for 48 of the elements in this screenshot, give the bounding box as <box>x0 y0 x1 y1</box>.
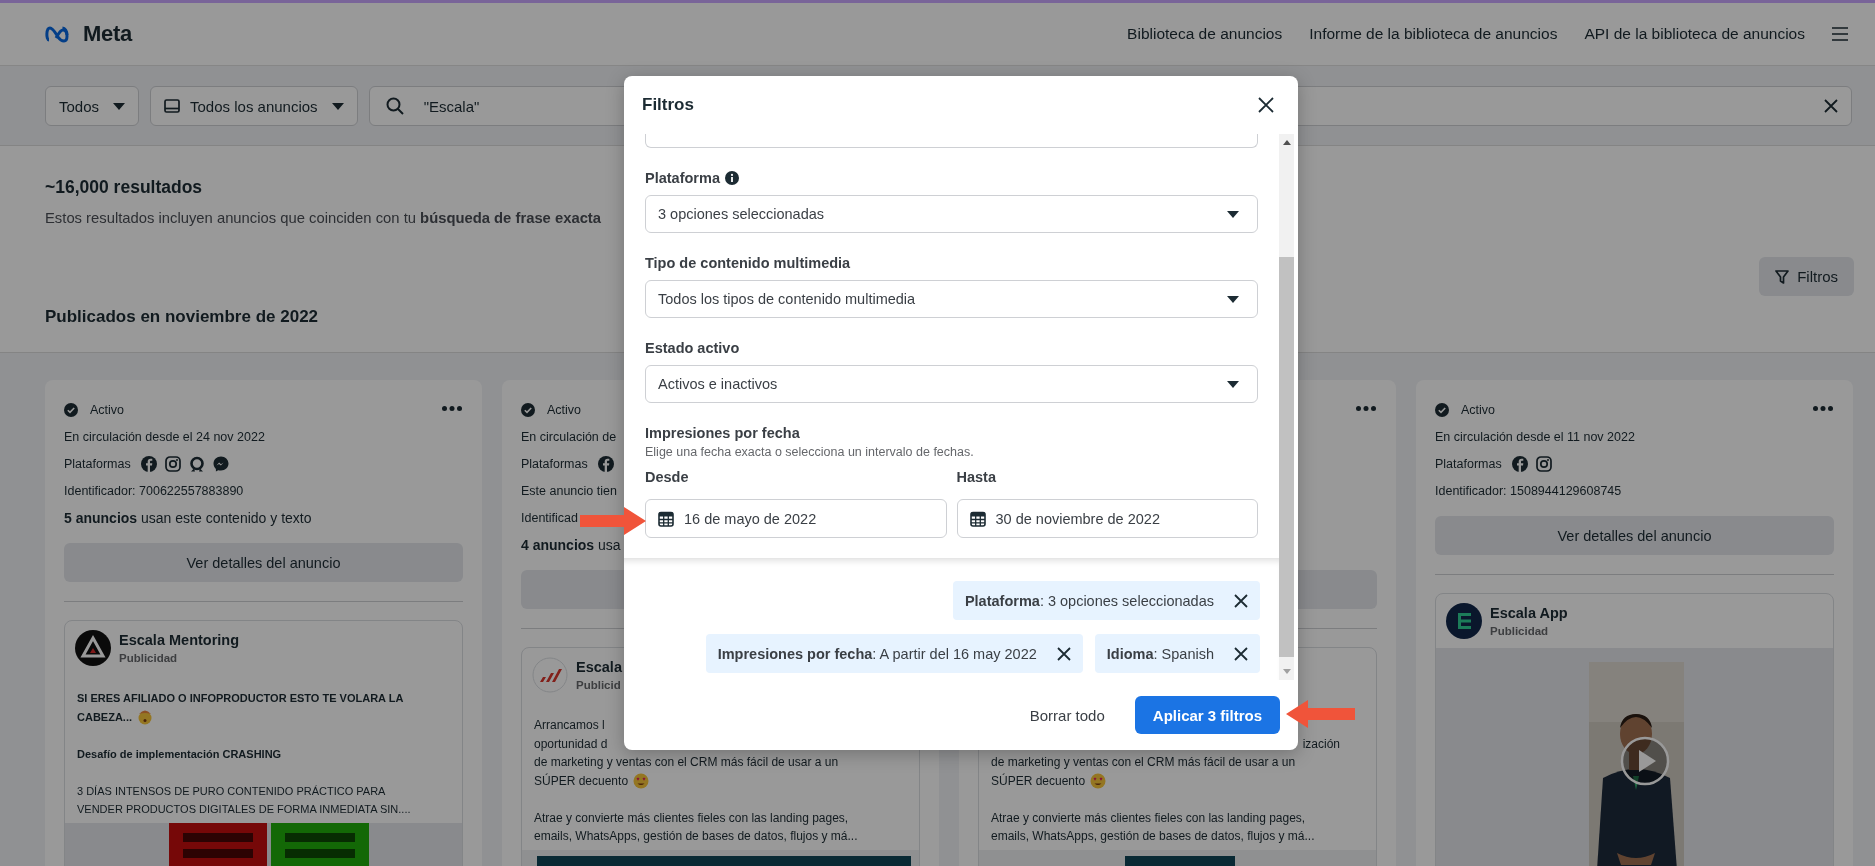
field-label: Hasta <box>956 468 997 487</box>
ad-text-line: Atrae y convierte más clientes fieles con las landing pages, <box>534 809 849 827</box>
ad-text-line: emails, WhatsApps, gestión de bases de datos, flujos y má... <box>991 828 1315 845</box>
status-label: Activo <box>90 402 125 417</box>
ad-text-line: VENDER PRODUCTOS DIGITALES DE FORMA INMEDIATA SIN.... <box>77 802 411 817</box>
ad-identifier: Identificador: 1508944129608745 <box>1435 483 1622 498</box>
status-label: Activo <box>547 402 582 417</box>
platforms-label: Plataformas <box>1435 456 1502 471</box>
results-count: ~16,000 resultados <box>45 176 203 198</box>
chip-label: Impresiones por fecha: A partir del 16 may 2022 <box>717 645 1037 662</box>
ad-text-line: emails, WhatsApps, gestión de bases de datos, flujos y má... <box>534 828 858 845</box>
chip-label: Plataforma: 3 opciones seleccionadas <box>964 592 1214 609</box>
results-note: Estos resultados incluyen anuncios que coinciden con tu búsqueda de frase exacta <box>45 209 602 228</box>
field-label: Impresiones por fecha <box>645 424 800 443</box>
platforms-label: Plataformas <box>521 456 588 471</box>
field-hint: Elige una fecha exacta o selecciona un intervalo de fechas. <box>645 444 975 461</box>
field-label: Tipo de contenido multimedia <box>645 254 851 273</box>
ad-text-line: SÚPER decuento <box>534 772 629 790</box>
ad-text-line: SI ERES AFILIADO O INFOPRODUCTOR ESTO TE VOLARA LA <box>77 691 404 706</box>
ad-text-line: oportunidad d <box>534 735 608 753</box>
ad-identifier: Identificad <box>521 510 578 525</box>
ad-text-line: Atrae y convierte más clientes fieles con las landing pages, <box>991 809 1306 827</box>
section-title: Publicados en noviembre de 2022 <box>45 306 320 328</box>
field-label: Estado activo <box>645 339 740 358</box>
ad-note: Este anuncio tien <box>521 483 617 498</box>
ad-text-line: 3 DÍAS INTENSOS DE PURO CONTENIDO PRÁCTICO PARA <box>77 783 386 799</box>
status-label: Activo <box>1461 402 1496 417</box>
ad-text-line: de marketing y ventas con el CRM más fácil de usar a un <box>534 754 839 771</box>
sponsored-label: Publicid <box>576 677 622 693</box>
ad-count: 4 anuncios usa <box>521 536 621 553</box>
run-date: En circulación desde el 11 nov 2022 <box>1435 429 1635 444</box>
run-date: En circulación desde el 24 nov 2022 <box>64 429 265 444</box>
dialog-title: Filtros <box>642 95 694 115</box>
field-label: Desde <box>645 468 690 487</box>
ad-text-line: CABEZA... <box>77 709 132 725</box>
platforms-label: Plataformas <box>64 456 131 471</box>
sponsored-label: Publicidad <box>119 650 179 666</box>
ad-count: 5 anuncios usan este contenido y texto <box>64 509 312 526</box>
sponsored-label: Publicidad <box>1490 623 1550 639</box>
run-date: En circulación de <box>521 429 617 444</box>
ad-text-line: SÚPER decuento <box>991 772 1086 790</box>
ad-text-line: ización <box>1302 735 1340 753</box>
field-label: Plataforma <box>645 169 720 188</box>
chip-label: Idioma: Spanish <box>1106 645 1214 662</box>
ad-text-line: Desafío de implementación CRASHING <box>77 746 282 762</box>
ad-text-line: Arrancamos l <box>534 717 605 734</box>
ad-identifier: Identificador: 700622557883890 <box>64 483 244 498</box>
ad-text-line: de marketing y ventas con el CRM más fácil de usar a un <box>991 754 1296 771</box>
